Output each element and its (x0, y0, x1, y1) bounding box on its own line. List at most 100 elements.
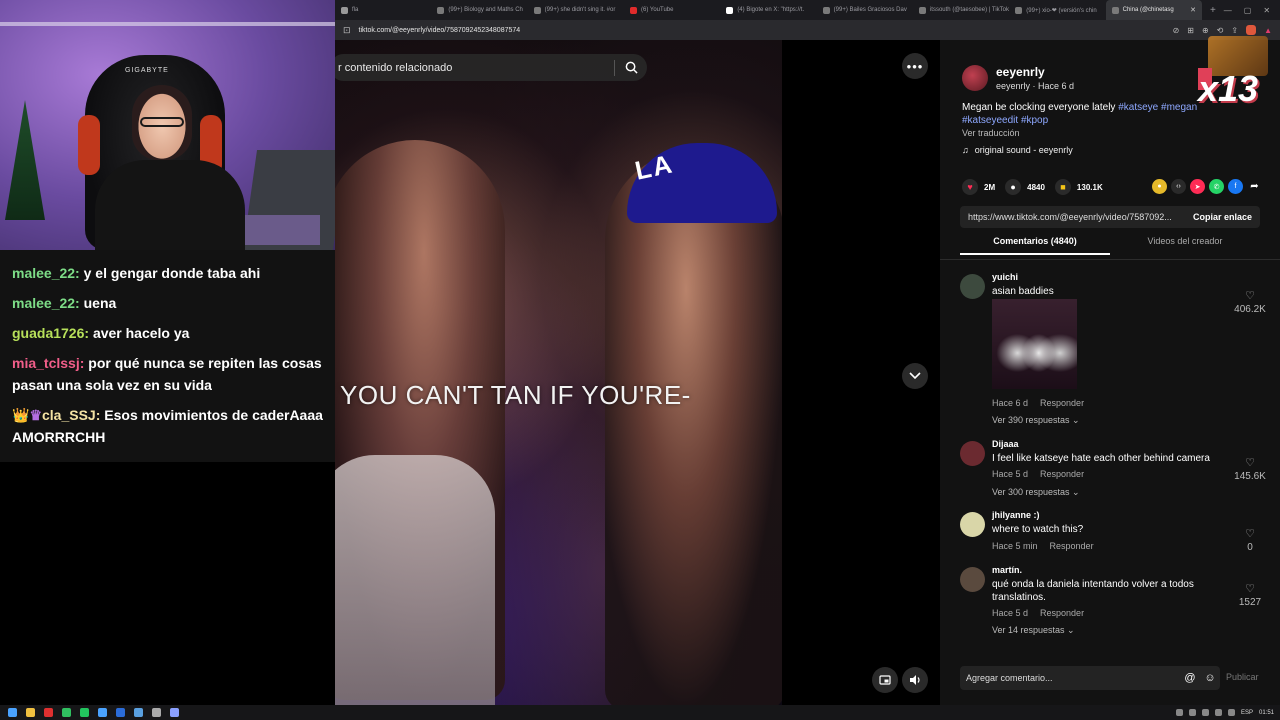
volume-button[interactable] (902, 667, 928, 693)
heart-icon[interactable]: ♡ (1245, 528, 1255, 540)
close-icon[interactable]: ✕ (1263, 6, 1270, 15)
taskbar-app-icon[interactable] (26, 708, 35, 717)
bookmark-icon[interactable]: ■ (1054, 179, 1071, 195)
heart-icon[interactable]: ♡ (1245, 583, 1255, 595)
author-row[interactable]: eeyenrly eeyenrly · Hace 6 d (962, 65, 1074, 91)
comment-like[interactable]: ♡ 0 (1230, 524, 1270, 553)
rewards-icon[interactable]: ▲ (1264, 26, 1272, 35)
speaker-icon[interactable] (1227, 709, 1235, 716)
whatsapp-icon[interactable]: ✆ (1209, 179, 1224, 194)
like-stat[interactable]: ♥ 2M (962, 179, 995, 195)
share-link[interactable]: https://www.tiktok.com/@eeyenrly/video/7… (968, 212, 1185, 222)
related-search-bar[interactable]: r contenido relacionado (330, 54, 647, 81)
commenter-name[interactable]: yuichi (992, 272, 1018, 282)
emoji-icon[interactable]: ☺ (1200, 672, 1220, 684)
view-replies-button[interactable]: Ver 390 respuestas ⌄ (992, 415, 1080, 426)
brave-shield-icon[interactable] (1246, 25, 1257, 35)
facebook-icon[interactable]: f (1228, 179, 1243, 194)
share-icon[interactable]: ⇪ (1231, 26, 1238, 35)
taskbar-app-icon[interactable] (152, 708, 161, 717)
heart-icon[interactable]: ♡ (1245, 457, 1255, 469)
browser-tab[interactable]: China (@chinetasg ✕ (1105, 0, 1202, 20)
share-arrow-icon[interactable]: ➦ (1247, 179, 1262, 194)
author-name[interactable]: eeyenrly (996, 65, 1074, 79)
reply-button[interactable]: Responder (1040, 469, 1084, 479)
reply-button[interactable]: Responder (1040, 608, 1084, 618)
new-tab-button[interactable]: + (1202, 5, 1224, 16)
url-text[interactable]: tiktok.com/@eeyenrly/video/7587092452348… (359, 27, 521, 34)
commenter-name[interactable]: Dijaaa (992, 439, 1019, 449)
browser-tab[interactable]: fla (335, 0, 431, 20)
browser-tab[interactable]: (99+) xio-❤ (versión's chin (1009, 0, 1105, 20)
browser-tab[interactable]: (4) Bigote en X: "https://t. (720, 0, 816, 20)
comment-like[interactable]: ♡ 406.2K (1230, 286, 1270, 315)
hashtag[interactable]: #kpop (1021, 115, 1048, 126)
view-replies-button[interactable]: Ver 300 respuestas ⌄ (992, 487, 1080, 498)
view-replies-button[interactable]: Ver 14 respuestas ⌄ (992, 625, 1075, 636)
language-indicator[interactable]: ESP (1241, 710, 1253, 716)
taskbar-app-icon[interactable] (170, 708, 179, 717)
bookmark-icon[interactable]: ⊡ (343, 25, 351, 36)
tray-icon[interactable] (1188, 709, 1196, 716)
comment-icon[interactable]: ● (1005, 179, 1022, 195)
embed-icon[interactable]: ‹› (1171, 179, 1186, 194)
sound-link[interactable]: ♫ original sound - eeyenrly (962, 145, 1073, 155)
comment-like[interactable]: ♡ 145.6K (1230, 453, 1270, 482)
see-translation-link[interactable]: Ver traducción (962, 128, 1020, 138)
taskbar-app-icon[interactable] (116, 708, 125, 717)
search-button[interactable] (615, 54, 647, 81)
mention-icon[interactable]: @ (1180, 672, 1200, 684)
commenter-avatar[interactable] (960, 441, 985, 466)
clock[interactable]: 01:51 (1259, 710, 1274, 716)
tab-creator-videos[interactable]: Videos del creador (1110, 236, 1260, 255)
comment-image[interactable] (992, 299, 1077, 389)
hashtag[interactable]: #katseyeedit (962, 115, 1018, 126)
translate-icon[interactable]: ⟲ (1217, 26, 1224, 35)
browser-tab[interactable]: (99+) she didn't sing it. #or (528, 0, 624, 20)
browser-tab[interactable]: (99+) Biology and Maths Ch (431, 0, 527, 20)
screenshot-icon[interactable]: ⊞ (1187, 26, 1194, 35)
heart-icon[interactable]: ♡ (1245, 290, 1255, 302)
maximize-icon[interactable]: ▢ (1244, 6, 1252, 15)
taskbar-app-icon[interactable] (80, 708, 89, 717)
commenter-name[interactable]: jhilyanne :) (992, 510, 1040, 520)
commenter-avatar[interactable] (960, 567, 985, 592)
send-icon[interactable]: ➤ (1190, 179, 1205, 194)
tab-close-icon[interactable]: ✕ (1190, 6, 1196, 14)
taskbar-app-icon[interactable] (44, 708, 53, 717)
coin-icon[interactable]: ● (1152, 179, 1167, 194)
copy-link-button[interactable]: Copiar enlace (1185, 212, 1260, 222)
tray-icon[interactable] (1201, 709, 1209, 716)
publish-button[interactable]: Publicar (1226, 672, 1259, 682)
tray-icon[interactable] (1175, 709, 1183, 716)
avatar[interactable] (962, 65, 988, 91)
taskbar-app-icon[interactable] (98, 708, 107, 717)
reply-button[interactable]: Responder (1050, 541, 1094, 551)
tab-comments[interactable]: Comentarios (4840) (960, 236, 1110, 255)
picture-in-picture-button[interactable] (872, 667, 898, 693)
browser-tab[interactable]: itssouth (@taesobee) | TikTok (913, 0, 1009, 20)
browser-tab[interactable]: (99+) Bailes Graciosos Dav (817, 0, 913, 20)
taskbar-app-icon[interactable] (134, 708, 143, 717)
heart-icon[interactable]: ♥ (962, 179, 978, 195)
url-field[interactable]: ⊡ tiktok.com/@eeyenrly/video/75870924523… (343, 25, 1165, 36)
comment-stat[interactable]: ● 4840 (1005, 179, 1045, 195)
search-input[interactable]: r contenido relacionado (338, 62, 614, 74)
browser-tab[interactable]: (6) YouTube (624, 0, 720, 20)
wifi-icon[interactable] (1214, 709, 1222, 716)
commenter-avatar[interactable] (960, 512, 985, 537)
commenter-name[interactable]: martín. (992, 565, 1022, 575)
comment-input[interactable]: Agregar comentario... @ ☺ (960, 666, 1220, 690)
commenter-avatar[interactable] (960, 274, 985, 299)
minimize-icon[interactable]: — (1224, 6, 1232, 15)
save-stat[interactable]: ■ 130.1K (1054, 179, 1103, 195)
comment-like[interactable]: ♡ 1527 (1230, 579, 1270, 608)
taskbar-app-icon[interactable] (8, 708, 17, 717)
next-video-button[interactable] (902, 363, 928, 389)
more-options-button[interactable]: ••• (902, 53, 928, 79)
zoom-icon[interactable]: ⊕ (1202, 26, 1209, 35)
reply-button[interactable]: Responder (1040, 398, 1084, 408)
taskbar-app-icon[interactable] (62, 708, 71, 717)
sound-name[interactable]: original sound - eeyenrly (975, 145, 1073, 155)
hashtag[interactable]: #megan (1161, 102, 1197, 113)
